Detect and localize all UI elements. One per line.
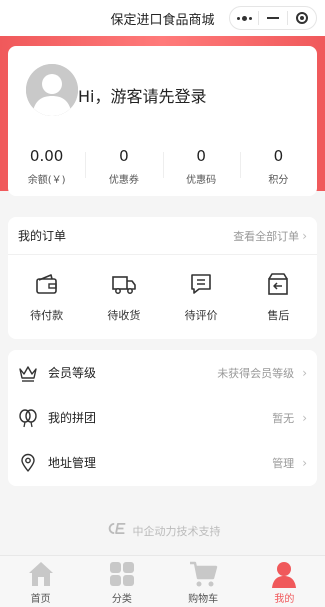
menu-item-value: 暂无 xyxy=(272,411,295,425)
order-pending-payment[interactable]: 待付款 xyxy=(8,271,85,323)
stat-label: 优惠券 xyxy=(108,175,139,186)
stat-promo-codes[interactable]: 0 优惠码 xyxy=(162,146,240,188)
orders-header: 我的订单 查看全部订单 › xyxy=(8,217,317,255)
menu-item-value: 未获得会员等级 xyxy=(217,366,295,380)
tab-mine[interactable]: 我的 xyxy=(244,556,325,607)
menu-member-level[interactable]: 会员等级 未获得会员等级 › xyxy=(8,350,317,395)
minimize-button[interactable] xyxy=(259,7,287,29)
account-stats: 0.00 余额(￥) 0 优惠券 0 优惠码 0 积分 xyxy=(8,146,317,188)
orders-card: 我的订单 查看全部订单 › 待付款 待收货 待评价 售后 xyxy=(8,217,317,339)
stat-value: 0 xyxy=(196,147,206,165)
tab-home[interactable]: 首页 xyxy=(0,556,81,607)
view-all-orders-label: 查看全部订单 xyxy=(233,229,300,243)
default-avatar-icon xyxy=(26,64,78,116)
order-status-row: 待付款 待收货 待评价 售后 xyxy=(8,255,317,339)
category-grid-icon xyxy=(109,561,134,586)
more-options-button[interactable] xyxy=(230,7,258,29)
chevron-right-icon: › xyxy=(302,410,307,425)
minimize-icon xyxy=(267,17,279,19)
order-item-label: 售后 xyxy=(267,309,290,322)
home-icon xyxy=(28,561,53,586)
wallet-icon xyxy=(35,274,57,294)
group-balloon-icon xyxy=(19,408,37,427)
avatar[interactable] xyxy=(26,64,78,116)
view-all-orders-link[interactable]: 查看全部订单 › xyxy=(233,228,307,244)
truck-icon xyxy=(112,276,136,294)
login-prompt[interactable]: Hi，游客请先登录 xyxy=(78,83,206,107)
chevron-right-icon: › xyxy=(302,228,307,243)
menu-group-buy[interactable]: 我的拼团 暂无 › xyxy=(8,395,317,440)
app-title: 保定进口食品商城 xyxy=(110,12,215,28)
menu-address-management[interactable]: 地址管理 管理 › xyxy=(8,440,317,485)
close-circle-icon xyxy=(296,12,308,24)
order-after-sales[interactable]: 售后 xyxy=(240,271,317,323)
tab-label: 首页 xyxy=(30,593,51,605)
stat-label: 积分 xyxy=(268,175,289,186)
stat-coupons[interactable]: 0 优惠券 xyxy=(85,146,162,188)
menu-card: 会员等级 未获得会员等级 › 我的拼团 暂无 › 地址管理 管理 › xyxy=(8,350,317,486)
menu-item-label: 地址管理 xyxy=(48,456,97,470)
order-pending-receipt[interactable]: 待收货 xyxy=(85,271,162,323)
tech-support-text: 中企动力技术支持 xyxy=(132,524,221,538)
mini-program-capsule xyxy=(229,6,317,30)
stat-value: 0 xyxy=(273,147,284,165)
cart-icon xyxy=(190,561,218,586)
more-dots-icon xyxy=(236,15,252,21)
tab-label: 分类 xyxy=(111,593,132,605)
tab-category[interactable]: 分类 xyxy=(81,556,162,607)
chevron-right-icon: › xyxy=(302,365,307,380)
order-item-label: 待评价 xyxy=(184,309,218,322)
menu-item-value: 管理 xyxy=(272,456,295,470)
comment-icon xyxy=(191,274,211,294)
return-box-icon xyxy=(268,273,289,295)
stat-points[interactable]: 0 积分 xyxy=(239,146,317,188)
tab-label: 我的 xyxy=(274,593,295,605)
order-item-label: 待付款 xyxy=(30,309,64,322)
stat-balance[interactable]: 0.00 余额(￥) xyxy=(8,146,85,188)
location-pin-icon xyxy=(21,453,35,472)
stat-value: 0 xyxy=(119,147,129,165)
user-icon xyxy=(272,561,297,588)
crown-icon xyxy=(19,365,37,382)
tab-label: 购物车 xyxy=(188,593,219,605)
orders-title: 我的订单 xyxy=(18,229,67,243)
stat-value: 0.00 xyxy=(29,147,64,165)
chevron-right-icon: › xyxy=(302,455,307,470)
ce-logo-icon xyxy=(105,522,129,539)
menu-item-label: 会员等级 xyxy=(48,366,97,380)
close-button[interactable] xyxy=(288,7,316,29)
order-item-label: 待收货 xyxy=(107,309,141,322)
stat-label: 优惠码 xyxy=(186,175,217,186)
tech-support-footer: 中企动力技术支持 xyxy=(0,522,325,539)
stat-label: 余额(￥) xyxy=(27,175,66,186)
title-bar: 保定进口食品商城 xyxy=(0,0,325,36)
tab-cart[interactable]: 购物车 xyxy=(163,556,244,607)
menu-item-label: 我的拼团 xyxy=(48,411,97,425)
order-pending-review[interactable]: 待评价 xyxy=(163,271,240,323)
profile-card: Hi，游客请先登录 0.00 余额(￥) 0 优惠券 0 优惠码 0 积分 xyxy=(8,46,317,196)
bottom-tab-bar: 首页 分类 购物车 我的 xyxy=(0,555,325,607)
